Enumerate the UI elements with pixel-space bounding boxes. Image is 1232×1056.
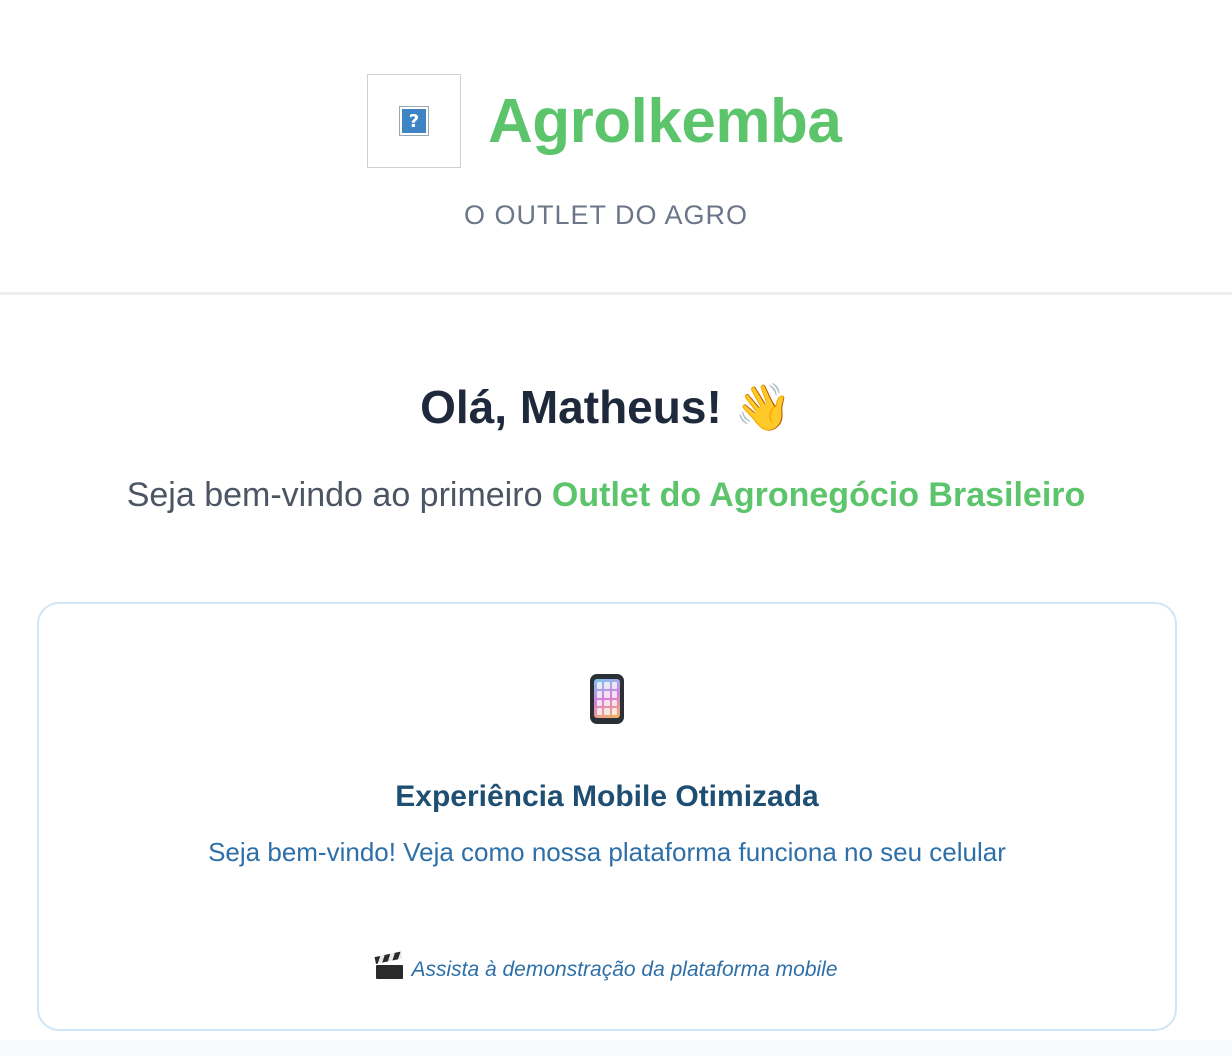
tagline: O OUTLET DO AGRO bbox=[463, 200, 749, 230]
clapper-board-icon bbox=[375, 951, 404, 979]
page-footer-strip bbox=[0, 1040, 1232, 1056]
brand-name[interactable]: Agrolkemba bbox=[488, 86, 842, 158]
welcome-prefix: Seja bem-vindo ao primeiro bbox=[126, 476, 552, 514]
card-subtitle: Seja bem-vindo! Veja como nossa platafor… bbox=[208, 837, 1006, 867]
broken-image-icon: ? bbox=[399, 106, 429, 136]
broken-image-glyph: ? bbox=[402, 109, 426, 133]
page: ? Agrolkemba O OUTLET DO AGRO Olá, Mathe… bbox=[0, 0, 1232, 1056]
welcome-highlight: Outlet do Agronegócio Brasileiro bbox=[551, 476, 1086, 514]
logo-image[interactable]: ? bbox=[367, 74, 461, 168]
watch-demo-link[interactable]: Assista à demonstração da plataforma mob… bbox=[37, 951, 1177, 984]
card-title: Experiência Mobile Otimizada bbox=[395, 780, 819, 813]
watch-demo-label: Assista à demonstração da plataforma mob… bbox=[411, 958, 838, 981]
mobile-phone-icon bbox=[590, 674, 624, 724]
greeting-heading: Olá, Matheus! 👋 bbox=[420, 381, 792, 433]
welcome-message: Seja bem-vindo ao primeiro Outlet do Agr… bbox=[0, 472, 1212, 518]
site-header: ? Agrolkemba O OUTLET DO AGRO bbox=[0, 0, 1232, 295]
